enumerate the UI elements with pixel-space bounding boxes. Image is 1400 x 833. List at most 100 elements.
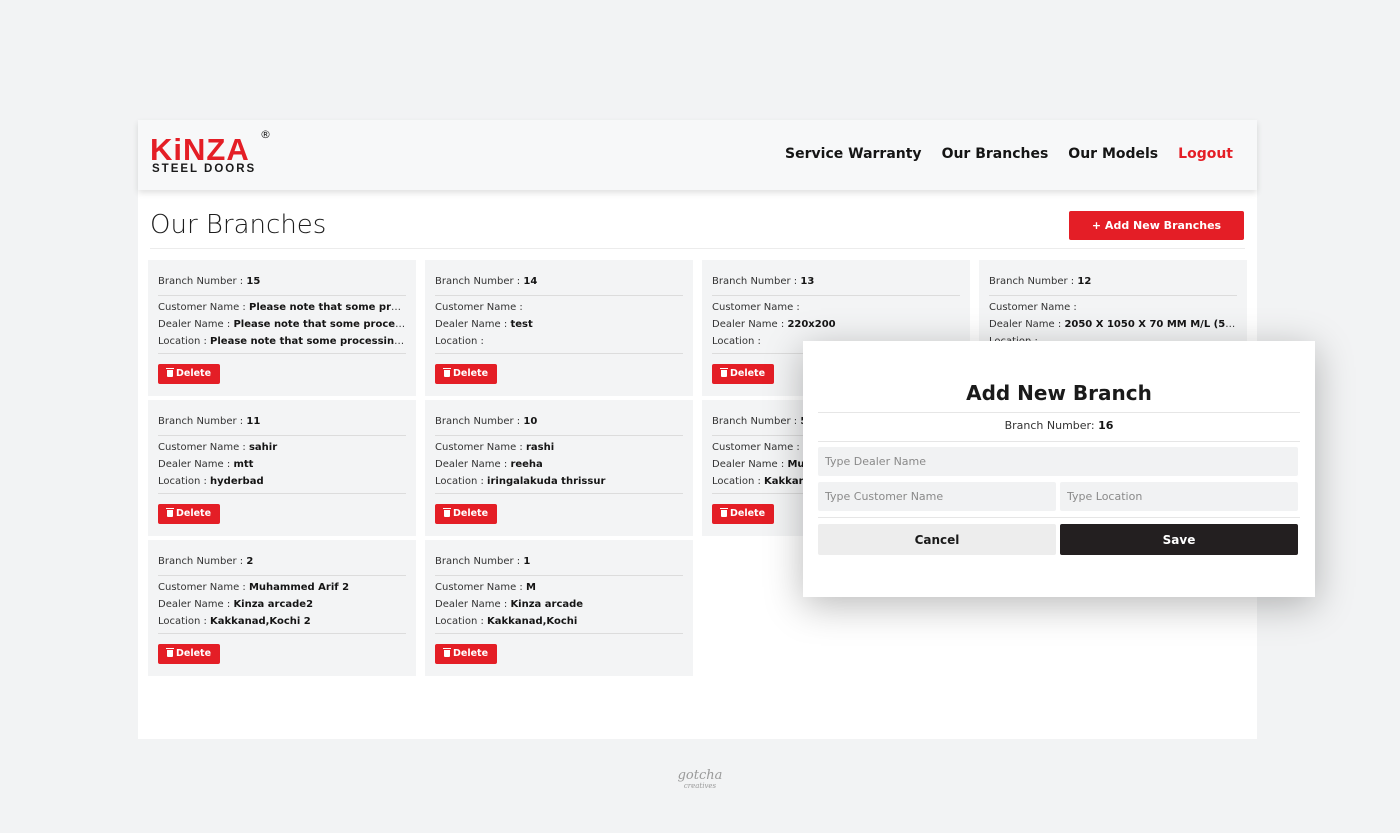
dealer-name: Dealer Name : mtt bbox=[158, 459, 406, 471]
save-button[interactable]: Save bbox=[1060, 524, 1298, 555]
branch-number-label: Branch Number : bbox=[158, 556, 247, 567]
dealer-name: Dealer Name : 220x200 bbox=[712, 319, 960, 331]
card-divider bbox=[435, 633, 683, 634]
branch-number: Branch Number : 10 bbox=[435, 416, 683, 428]
dealer-name: Dealer Name : Kinza arcade2 bbox=[158, 599, 406, 611]
dealer-name-label: Dealer Name : bbox=[989, 319, 1065, 330]
trash-icon bbox=[166, 508, 174, 517]
branch-number-label: Branch Number : bbox=[435, 276, 524, 287]
card-divider bbox=[989, 295, 1237, 296]
modal-branch-label: Branch Number: bbox=[1004, 419, 1099, 432]
card-divider bbox=[435, 295, 683, 296]
customer-name: Customer Name : sahir bbox=[158, 442, 406, 454]
customer-name-label: Customer Name : bbox=[712, 302, 800, 313]
branch-number-label: Branch Number : bbox=[712, 416, 801, 427]
card-divider bbox=[435, 353, 683, 354]
location-label: Location : bbox=[158, 616, 211, 627]
logo-tagline: STEEL DOORS bbox=[152, 163, 257, 175]
location-value: hyderbad bbox=[210, 476, 264, 487]
customer-name: Customer Name : rashi bbox=[435, 442, 683, 454]
dealer-name-label: Dealer Name : bbox=[712, 319, 788, 330]
trash-icon bbox=[443, 368, 451, 377]
branch-card: Branch Number : 2 Customer Name : Muhamme… bbox=[148, 540, 416, 676]
branch-card: Branch Number : 11 Customer Name : sahir D… bbox=[148, 400, 416, 536]
branch-number-value: 13 bbox=[800, 276, 815, 287]
location: Location : hyderbad bbox=[158, 476, 406, 488]
modal-divider bbox=[818, 441, 1300, 442]
modal-divider bbox=[818, 517, 1300, 518]
customer-name-input[interactable] bbox=[818, 482, 1056, 511]
delete-button[interactable]: Delete bbox=[158, 643, 221, 664]
card-divider bbox=[158, 353, 406, 354]
modal-title: Add New Branch bbox=[966, 381, 1152, 405]
delete-button[interactable]: Delete bbox=[712, 503, 775, 524]
dealer-name-value: 2050 X 1050 X 70 MM M/L (5 inch) bbox=[1064, 319, 1237, 330]
location: Location : Please note that some process… bbox=[158, 336, 406, 348]
nav-logout[interactable]: Logout bbox=[1178, 146, 1233, 162]
delete-button[interactable]: Delete bbox=[158, 503, 221, 524]
kinza-logo[interactable]: KiNZA ® STEEL DOORS bbox=[150, 128, 271, 180]
branch-number: Branch Number : 14 bbox=[435, 276, 683, 288]
main-nav: Service Warranty Our Branches Our Models… bbox=[785, 146, 1233, 162]
customer-name-value: Muhammed Arif 2 bbox=[248, 582, 350, 593]
branch-number: Branch Number : 13 bbox=[712, 276, 960, 288]
card-divider bbox=[435, 493, 683, 494]
customer-name: Customer Name : M bbox=[435, 582, 683, 594]
trash-icon bbox=[720, 368, 728, 377]
location: Location : Kakkanad,Kochi 2 bbox=[158, 616, 406, 628]
trash-icon bbox=[443, 648, 451, 657]
card-divider bbox=[158, 435, 406, 436]
location: Location : bbox=[435, 336, 683, 348]
dealer-name-value: 220x200 bbox=[787, 319, 836, 330]
dealer-name-label: Dealer Name : bbox=[435, 459, 511, 470]
branch-number-value: 1 bbox=[523, 556, 531, 567]
dealer-name-value: Kinza arcade bbox=[510, 599, 584, 610]
card-divider bbox=[158, 493, 406, 494]
delete-label: Delete bbox=[730, 508, 766, 519]
dealer-name-value: mtt bbox=[233, 459, 254, 470]
delete-button[interactable]: Delete bbox=[435, 643, 498, 664]
delete-button[interactable]: Delete bbox=[712, 363, 775, 384]
delete-button[interactable]: Delete bbox=[158, 363, 221, 384]
dealer-name-label: Dealer Name : bbox=[435, 319, 511, 330]
logo-wordmark: KiNZA bbox=[150, 132, 250, 167]
dealer-name-value: Kinza arcade2 bbox=[233, 599, 314, 610]
dealer-name-input[interactable] bbox=[818, 447, 1298, 476]
customer-name: Customer Name : bbox=[989, 302, 1237, 314]
customer-name-label: Customer Name : bbox=[158, 582, 249, 593]
dealer-name-label: Dealer Name : bbox=[158, 599, 234, 610]
location-value: iringalakuda thrissur bbox=[487, 476, 606, 487]
customer-name-value: Please note that some processing of your… bbox=[248, 302, 406, 313]
dealer-name-label: Dealer Name : bbox=[435, 599, 511, 610]
customer-name-label: Customer Name : bbox=[989, 302, 1077, 313]
card-divider bbox=[158, 575, 406, 576]
watermark-brand: gotcha bbox=[677, 768, 723, 783]
branch-number-value: 11 bbox=[246, 416, 261, 427]
location-label: Location : bbox=[158, 476, 211, 487]
delete-label: Delete bbox=[176, 648, 212, 659]
card-divider bbox=[435, 435, 683, 436]
location-value: Please note that some processing of your… bbox=[210, 336, 406, 347]
cancel-button[interactable]: Cancel bbox=[818, 524, 1056, 555]
customer-name-value: M bbox=[525, 582, 536, 593]
footer-watermark: gotcha creatives bbox=[0, 768, 1400, 790]
branch-card: Branch Number : 1 Customer Name : M Dealer… bbox=[425, 540, 693, 676]
customer-name-label: Customer Name : bbox=[158, 302, 249, 313]
branch-number: Branch Number : 2 bbox=[158, 556, 406, 568]
dealer-name: Dealer Name : Please note that some proc… bbox=[158, 319, 406, 331]
location-input[interactable] bbox=[1060, 482, 1298, 511]
add-branch-modal: Add New Branch Branch Number: 16 Cancel … bbox=[803, 341, 1315, 597]
delete-button[interactable]: Delete bbox=[435, 363, 498, 384]
delete-button[interactable]: Delete bbox=[435, 503, 498, 524]
nav-our-branches[interactable]: Our Branches bbox=[942, 146, 1049, 162]
dealer-name-label: Dealer Name : bbox=[158, 459, 234, 470]
nav-our-models[interactable]: Our Models bbox=[1068, 146, 1158, 162]
nav-service-warranty[interactable]: Service Warranty bbox=[785, 146, 922, 162]
modal-divider bbox=[818, 412, 1300, 413]
customer-name: Customer Name : Muhammed Arif 2 bbox=[158, 582, 406, 594]
location-label: Location : bbox=[712, 336, 761, 347]
card-divider bbox=[158, 295, 406, 296]
branch-number-label: Branch Number : bbox=[989, 276, 1078, 287]
watermark-sub: creatives bbox=[683, 782, 717, 790]
add-new-branches-button[interactable]: + Add New Branches bbox=[1069, 211, 1244, 240]
